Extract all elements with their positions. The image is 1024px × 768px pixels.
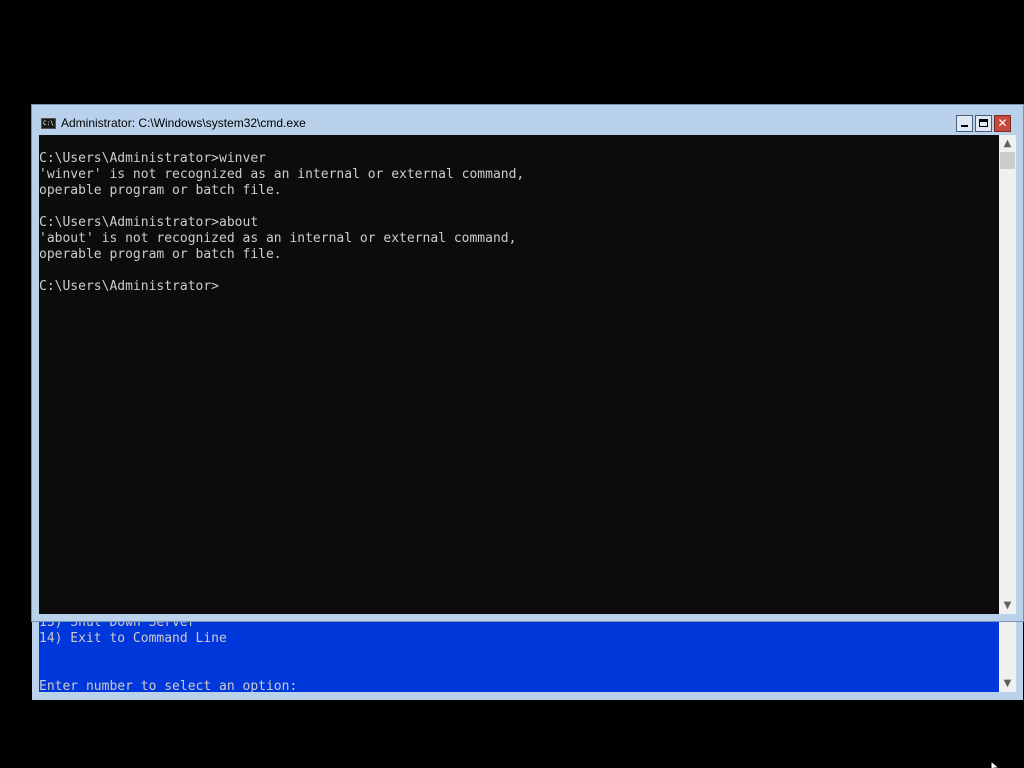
minimize-button[interactable]	[956, 115, 973, 132]
minimize-icon	[961, 125, 968, 127]
sconfig-prompt-line: Enter number to select an option:	[39, 679, 298, 692]
console-line: operable program or batch file.	[39, 247, 282, 262]
console-line: operable program or batch file.	[39, 183, 282, 198]
maximize-icon	[979, 119, 988, 127]
mouse-pointer-icon	[990, 757, 1000, 768]
window-title: Administrator: C:\Windows\system32\cmd.e…	[61, 116, 306, 130]
maximize-button[interactable]	[975, 115, 992, 132]
scroll-down-arrow-icon[interactable]: ▼	[999, 675, 1016, 692]
console-line: 'about' is not recognized as an internal…	[39, 231, 517, 246]
cmd-window[interactable]: C:\ Administrator: C:\Windows\system32\c…	[31, 104, 1024, 622]
console-line: C:\Users\Administrator>about	[39, 215, 259, 230]
console-line: 'winver' is not recognized as an interna…	[39, 167, 525, 182]
scroll-thumb[interactable]	[1000, 152, 1015, 169]
sconfig-console[interactable]: 13) Shut Down Server 14) Exit to Command…	[39, 622, 999, 692]
console-output[interactable]: C:\Users\Administrator>winver 'winver' i…	[39, 135, 999, 614]
scroll-up-arrow-icon[interactable]: ▲	[999, 135, 1016, 152]
command-prompt[interactable]: C:\Users\Administrator>	[39, 279, 524, 295]
vertical-scrollbar[interactable]: ▲ ▼	[999, 135, 1016, 614]
console-line: C:\Users\Administrator>winver	[39, 151, 266, 166]
sconfig-menu-line: 14) Exit to Command Line	[39, 631, 227, 646]
console-lines: C:\Users\Administrator>winver 'winver' i…	[39, 151, 524, 295]
sconfig-menu-line: 13) Shut Down Server	[39, 622, 196, 630]
desktop: 13) Shut Down Server 14) Exit to Command…	[0, 0, 1024, 768]
scroll-down-arrow-icon[interactable]: ▼	[999, 597, 1016, 614]
sconfig-scrollbar[interactable]: ▼	[999, 622, 1016, 692]
cmd-app-icon[interactable]: C:\	[41, 118, 56, 129]
close-button[interactable]: ✕	[994, 115, 1011, 132]
cmd-icon-text: C:\	[43, 120, 54, 127]
close-icon: ✕	[997, 116, 1008, 130]
title-bar[interactable]: C:\ Administrator: C:\Windows\system32\c…	[32, 105, 1023, 135]
